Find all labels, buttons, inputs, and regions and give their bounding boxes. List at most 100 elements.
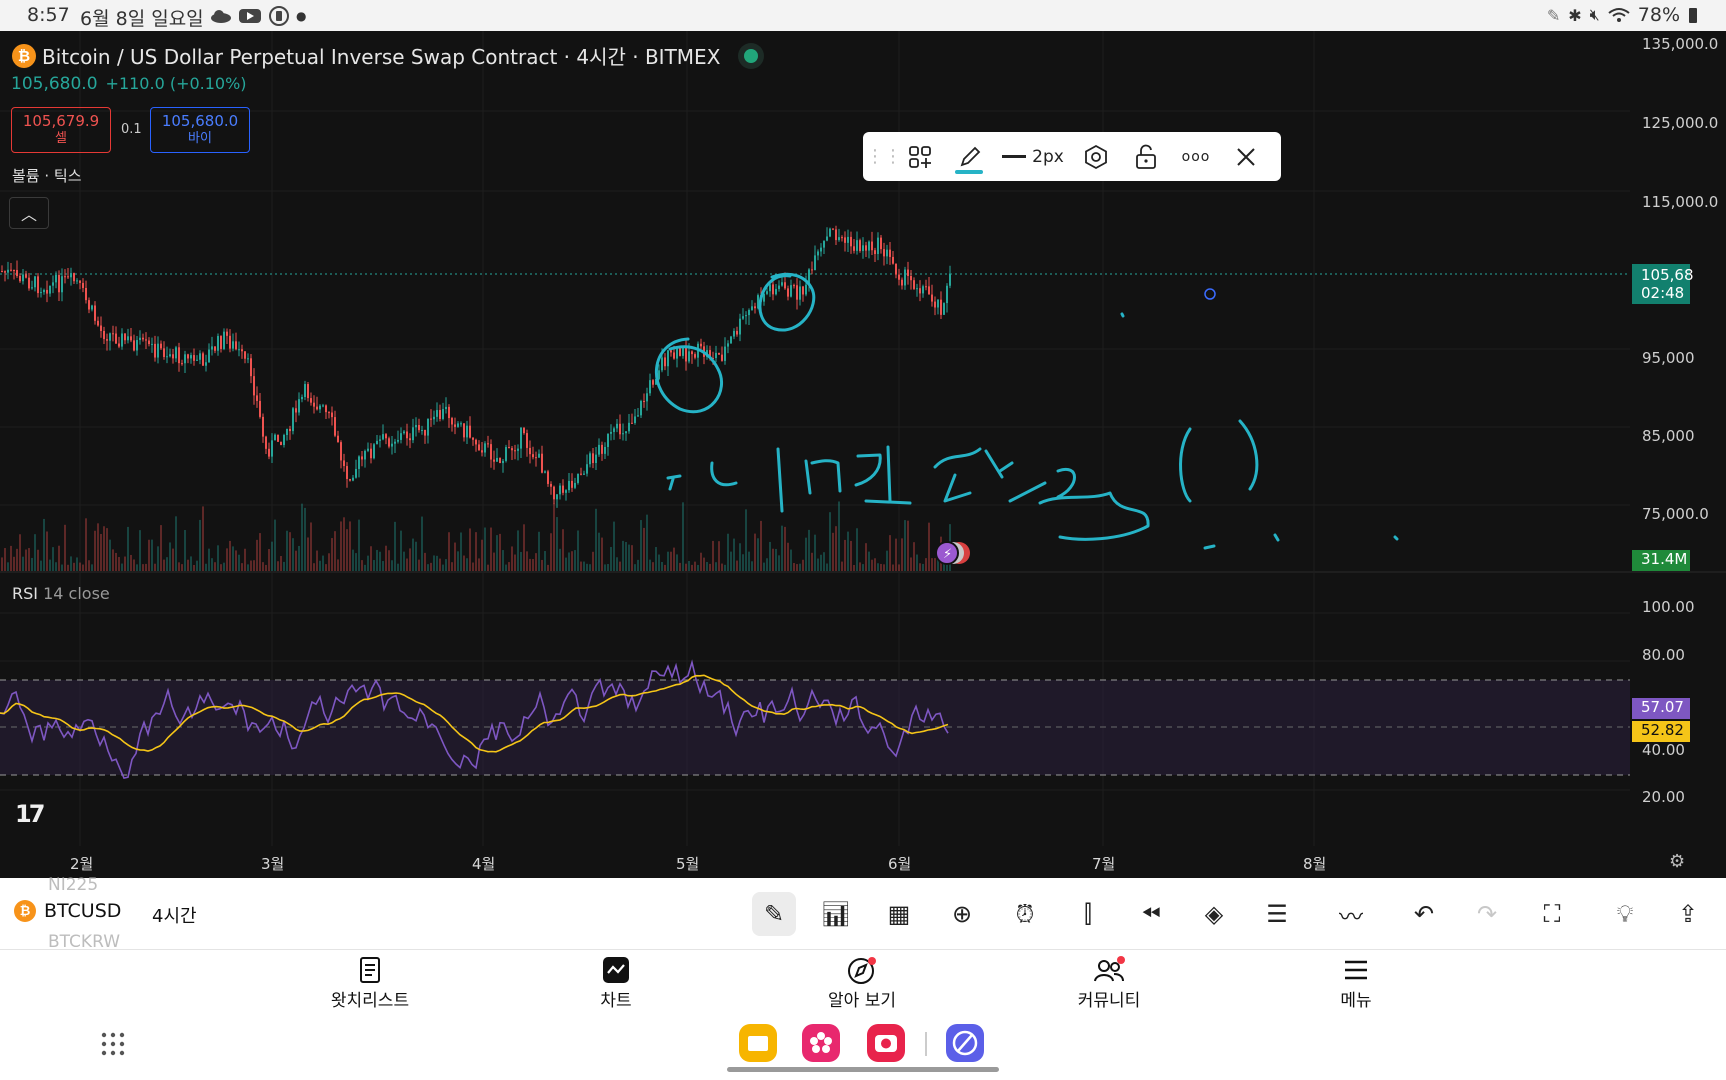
- candle-body: [835, 229, 837, 241]
- line-width-button[interactable]: 2px: [995, 132, 1071, 181]
- candle-body: [544, 471, 546, 473]
- trend-icon: 〰: [1339, 902, 1363, 931]
- volume-bar: [550, 533, 552, 571]
- candle-body: [403, 431, 405, 434]
- volume-bar: [238, 554, 240, 571]
- candle-body: [667, 350, 669, 367]
- candle-body: [865, 245, 867, 251]
- interval-selector[interactable]: 4시간: [152, 902, 197, 928]
- drawing-tool-button[interactable]: ✎: [752, 892, 796, 936]
- volume-bar: [472, 562, 474, 571]
- volume-bar: [868, 551, 870, 571]
- redo-button[interactable]: ↷: [1465, 892, 1509, 936]
- volume-bar: [649, 559, 651, 571]
- line-color-button[interactable]: [945, 132, 995, 181]
- tradingview-logo[interactable]: 17: [15, 800, 45, 828]
- nav-explore[interactable]: 알아 보기: [802, 956, 922, 1011]
- market-status-icon[interactable]: [744, 48, 759, 63]
- candle-body: [205, 362, 207, 366]
- candle-body: [199, 353, 201, 360]
- candle-body: [112, 333, 114, 335]
- volume-bar: [775, 548, 777, 571]
- rsi-name: RSI: [12, 584, 38, 603]
- symbol-title[interactable]: ₿ Bitcoin / US Dollar Perpetual Inverse …: [12, 41, 759, 70]
- volume-bar: [508, 562, 510, 571]
- buy-button[interactable]: 105,680.0 바이: [150, 107, 250, 153]
- explore-icon: [802, 956, 922, 986]
- chart-area[interactable]: ₿ Bitcoin / US Dollar Perpetual Inverse …: [0, 31, 1726, 878]
- volume-bar: [367, 555, 369, 571]
- candle-body: [889, 249, 891, 257]
- rsi-indicator-label[interactable]: RSI 14 close: [12, 584, 110, 603]
- alert-button[interactable]: ⏰︎: [1003, 892, 1047, 936]
- pen-color-swatch: [955, 170, 983, 174]
- volume-bar: [352, 549, 354, 571]
- volume-bar: [88, 560, 90, 571]
- settings-button[interactable]: ☰: [1255, 892, 1299, 936]
- candle-body: [625, 431, 627, 434]
- browser-app-icon[interactable]: [946, 1024, 984, 1062]
- undo-button[interactable]: ↶: [1402, 892, 1446, 936]
- volume-bar: [91, 564, 93, 571]
- volume-bar: [763, 562, 765, 571]
- nav-chart[interactable]: 차트: [556, 956, 676, 1011]
- publish-idea-button[interactable]: 💡︎: [1603, 892, 1647, 936]
- candle-body: [562, 485, 564, 493]
- fullscreen-button[interactable]: ⛶: [1530, 892, 1574, 936]
- favorites-button[interactable]: [895, 132, 945, 181]
- trend-button[interactable]: 〰: [1329, 892, 1373, 936]
- nav-menu[interactable]: 메뉴: [1296, 956, 1416, 1011]
- candle-body: [421, 429, 423, 431]
- x-label: 6월: [888, 855, 912, 873]
- nav-community[interactable]: 커뮤니티: [1049, 956, 1169, 1011]
- drawing-settings-button[interactable]: [1071, 132, 1121, 181]
- collapse-legend-button[interactable]: ︿: [9, 197, 49, 229]
- more-options-button[interactable]: ooo: [1171, 132, 1221, 181]
- gallery-app-icon[interactable]: [802, 1024, 840, 1062]
- lock-button[interactable]: [1121, 132, 1171, 181]
- bar-style-button[interactable]: ⫿: [1066, 892, 1110, 936]
- current-price-value: 105,68: [1641, 266, 1694, 284]
- watchlist-icon: [310, 956, 430, 986]
- camera-app-icon[interactable]: [867, 1024, 905, 1062]
- replay-button[interactable]: ⏪︎: [1129, 892, 1173, 936]
- sell-button[interactable]: 105,679.9 셀: [11, 107, 111, 153]
- volume-bar: [67, 564, 69, 571]
- volume-bar: [688, 561, 690, 571]
- volume-bar: [157, 546, 159, 571]
- home-indicator[interactable]: [727, 1067, 999, 1072]
- candle-body: [58, 274, 60, 293]
- candle-body: [367, 448, 369, 451]
- add-button[interactable]: ⊕: [940, 892, 984, 936]
- volume-bar: [850, 540, 852, 571]
- share-button[interactable]: ⇪: [1666, 892, 1710, 936]
- svg-text:⚡: ⚡: [943, 547, 952, 562]
- layers-button[interactable]: ◈: [1192, 892, 1236, 936]
- volume-bar: [685, 563, 687, 571]
- close-drawing-toolbar-button[interactable]: [1221, 132, 1271, 181]
- symbol-description[interactable]: Bitcoin / US Dollar Perpetual Inverse Sw…: [42, 41, 720, 70]
- app-drawer-icon[interactable]: [100, 1031, 126, 1057]
- templates-button[interactable]: ▦: [877, 892, 921, 936]
- indicators-button[interactable]: 📊︎: [814, 892, 858, 936]
- volume-bar: [877, 563, 879, 571]
- volume-bar: [577, 530, 579, 571]
- nav-watchlist[interactable]: 왓치리스트: [310, 956, 430, 1011]
- events-icons[interactable]: ⚡: [935, 539, 1005, 567]
- candle-body: [442, 409, 444, 419]
- volume-indicator-label[interactable]: 볼륨 · 틱스: [12, 165, 82, 186]
- candle-body: [301, 396, 303, 400]
- x-label: 3월: [261, 855, 285, 873]
- volume-bar: [97, 523, 99, 571]
- volume-bar: [691, 564, 693, 571]
- candle-body: [118, 343, 120, 347]
- volume-bar: [844, 539, 846, 571]
- my-files-app-icon[interactable]: [739, 1024, 777, 1062]
- candle-body: [526, 433, 528, 448]
- volume-bar: [613, 521, 615, 571]
- symbol-selector[interactable]: ₿ BTCUSD: [14, 900, 121, 922]
- drag-handle-icon[interactable]: ⋮⋮: [866, 132, 902, 181]
- volume-bar: [4, 548, 6, 571]
- volume-bar: [808, 529, 810, 571]
- chart-settings-icon[interactable]: ⚙: [1669, 851, 1685, 872]
